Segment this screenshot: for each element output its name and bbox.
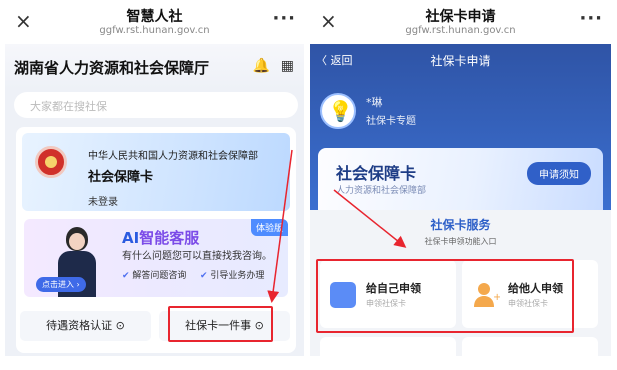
- ai-title: AI智能客服: [122, 227, 199, 248]
- emblem-icon: [35, 146, 67, 178]
- ai-tag-label: 引导业务办理: [210, 271, 265, 281]
- user-name: *琳: [366, 96, 383, 109]
- app-title: 社保卡申请: [425, 9, 496, 25]
- social-security-card: 社会保障卡 人力资源和社会保障部 申请须知: [318, 148, 603, 210]
- ai-service-banner[interactable]: 体验版 点击进入 › AI智能客服 有什么问题您可以直接找我咨询。 ✔ 解答问题…: [24, 219, 288, 297]
- service-row-placeholder: [320, 337, 456, 356]
- service-row-placeholder: [462, 337, 598, 356]
- ai-tag-label: 解答问题咨询: [132, 271, 187, 281]
- ai-title-ai: AI: [122, 229, 140, 247]
- highlight-box-right: [316, 259, 574, 333]
- page-header: 〈 返回 社保卡申请 *琳 社保卡专题 社会保障卡 人力资源和社会保障部 申请须…: [310, 44, 611, 210]
- dept-header: 湖南省人力资源和社会保障厅 🔔 ▦: [5, 44, 304, 89]
- service-subtitle: 社保卡申领功能入口: [424, 237, 497, 246]
- more-icon[interactable]: ···: [579, 8, 603, 29]
- top-bar: × 社保卡申请 ggfw.rst.hunan.gov.cn ···: [310, 0, 611, 44]
- qualification-button[interactable]: 待遇资格认证 ⊙: [20, 311, 151, 341]
- check-icon: ✔: [200, 271, 211, 281]
- ai-tag-consult: ✔ 解答问题咨询: [122, 268, 186, 281]
- left-screen: × 智慧人社 ggfw.rst.hunan.gov.cn ··· 湖南省人力资源…: [5, 0, 304, 356]
- bell-icon[interactable]: 🔔: [253, 58, 270, 74]
- notice-button[interactable]: 申请须知: [527, 162, 591, 185]
- search-input[interactable]: 大家都在搜社保: [14, 92, 298, 118]
- user-topic: 社保卡专题: [366, 116, 416, 127]
- top-bar: × 智慧人社 ggfw.rst.hunan.gov.cn ···: [5, 0, 304, 44]
- ai-description: 有什么问题您可以直接找我咨询。: [122, 251, 272, 262]
- card-name: 社会保障卡: [88, 170, 154, 185]
- avatar: [320, 93, 356, 129]
- app-title: 智慧人社: [126, 9, 183, 25]
- app-url: ggfw.rst.hunan.gov.cn: [405, 25, 516, 36]
- card-title: 社会保障卡: [336, 164, 417, 183]
- header-title: 社保卡申请: [430, 54, 491, 68]
- scan-icon[interactable]: ▦: [281, 58, 294, 74]
- app-url: ggfw.rst.hunan.gov.cn: [99, 25, 210, 36]
- more-icon[interactable]: ···: [272, 8, 296, 29]
- service-title: 社保卡服务: [430, 218, 491, 232]
- trial-badge: 体验版: [250, 219, 288, 236]
- social-security-card[interactable]: 中华人民共和国人力资源和社会保障部 社会保障卡 未登录: [22, 133, 290, 211]
- enter-button[interactable]: 点击进入 ›: [36, 277, 86, 292]
- check-icon: ✔: [122, 271, 133, 281]
- page-title: 湖南省人力资源和社会保障厅: [14, 59, 210, 77]
- ai-title-rest: 智能客服: [139, 229, 200, 247]
- login-status: 未登录: [88, 197, 118, 208]
- ministry-label: 中华人民共和国人力资源和社会保障部: [88, 151, 258, 162]
- highlight-box-left: [168, 306, 273, 342]
- card-subtitle: 人力资源和社会保障部: [336, 186, 427, 196]
- ai-tag-guide: ✔ 引导业务办理: [200, 268, 264, 281]
